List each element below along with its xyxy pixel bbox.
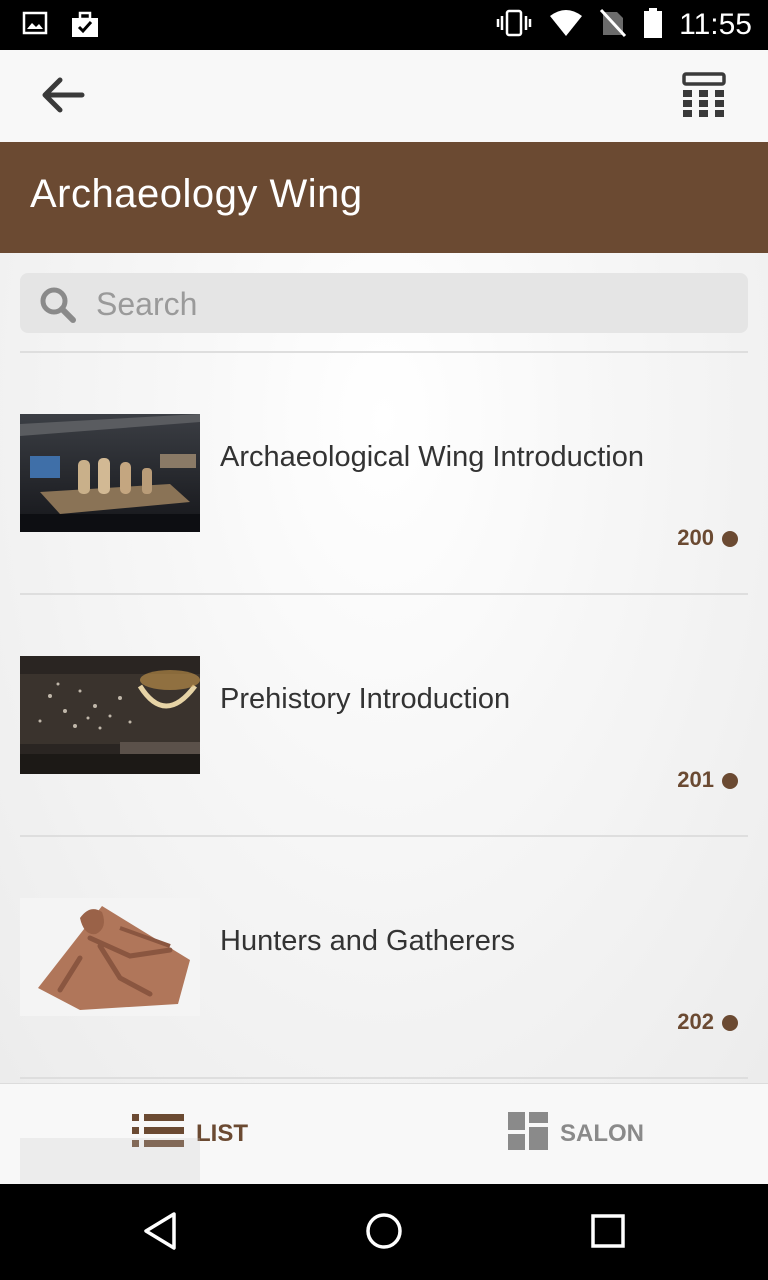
item-number: 202: [677, 1009, 714, 1034]
item-dot-icon: [722, 1015, 738, 1031]
square-recents-icon: [590, 1213, 626, 1254]
nav-home-button[interactable]: [359, 1208, 409, 1258]
triangle-back-icon: [140, 1210, 180, 1257]
item-title: Archaeological Wing Introduction: [220, 441, 644, 473]
image-icon: [22, 10, 48, 45]
battery-icon: [643, 7, 663, 44]
next-item-thumbnail-peek: [20, 1138, 200, 1184]
item-thumbnail: [20, 898, 200, 1016]
item-title: Hunters and Gatherers: [220, 925, 515, 957]
list-item[interactable]: Hunters and Gatherers 202: [20, 837, 748, 1077]
vibrate-icon: [495, 8, 533, 43]
search-bar[interactable]: [20, 273, 748, 333]
tab-salon[interactable]: SALON: [508, 1084, 644, 1184]
search-icon: [38, 285, 78, 330]
status-time: 11:55: [679, 8, 752, 41]
app-bar: [0, 50, 768, 143]
page-title: Archaeology Wing: [30, 172, 363, 216]
content-list[interactable]: Archaeological Wing Introduction 200 Pre…: [0, 253, 768, 1083]
item-dot-icon: [722, 531, 738, 547]
salon-grid-icon: [508, 1111, 548, 1157]
keypad-button[interactable]: [674, 68, 734, 126]
wifi-icon: [549, 8, 583, 43]
item-dot-icon: [722, 773, 738, 789]
briefcase-check-icon: [70, 10, 100, 45]
status-bar: 11:55: [0, 0, 768, 50]
section-header: Archaeology Wing: [0, 142, 768, 253]
system-nav-bar: [0, 1184, 768, 1280]
list-item[interactable]: Prehistory Introduction 201: [20, 595, 748, 835]
item-number: 200: [677, 525, 714, 550]
tab-list-label: LIST: [196, 1120, 248, 1147]
item-number: 201: [677, 767, 714, 792]
no-sim-icon: [599, 8, 627, 43]
item-title: Prehistory Introduction: [220, 683, 511, 715]
nav-back-button[interactable]: [135, 1208, 185, 1258]
tab-salon-label: SALON: [560, 1120, 644, 1147]
divider: [20, 1077, 748, 1079]
list-item[interactable]: Archaeological Wing Introduction 200: [20, 353, 748, 593]
arrow-left-icon: [40, 75, 86, 120]
circle-home-icon: [364, 1211, 404, 1256]
item-thumbnail: [20, 656, 200, 774]
item-thumbnail: [20, 414, 200, 532]
back-button[interactable]: [34, 68, 92, 126]
keypad-icon: [682, 71, 726, 123]
search-input[interactable]: [94, 281, 728, 327]
nav-recents-button[interactable]: [583, 1208, 633, 1258]
